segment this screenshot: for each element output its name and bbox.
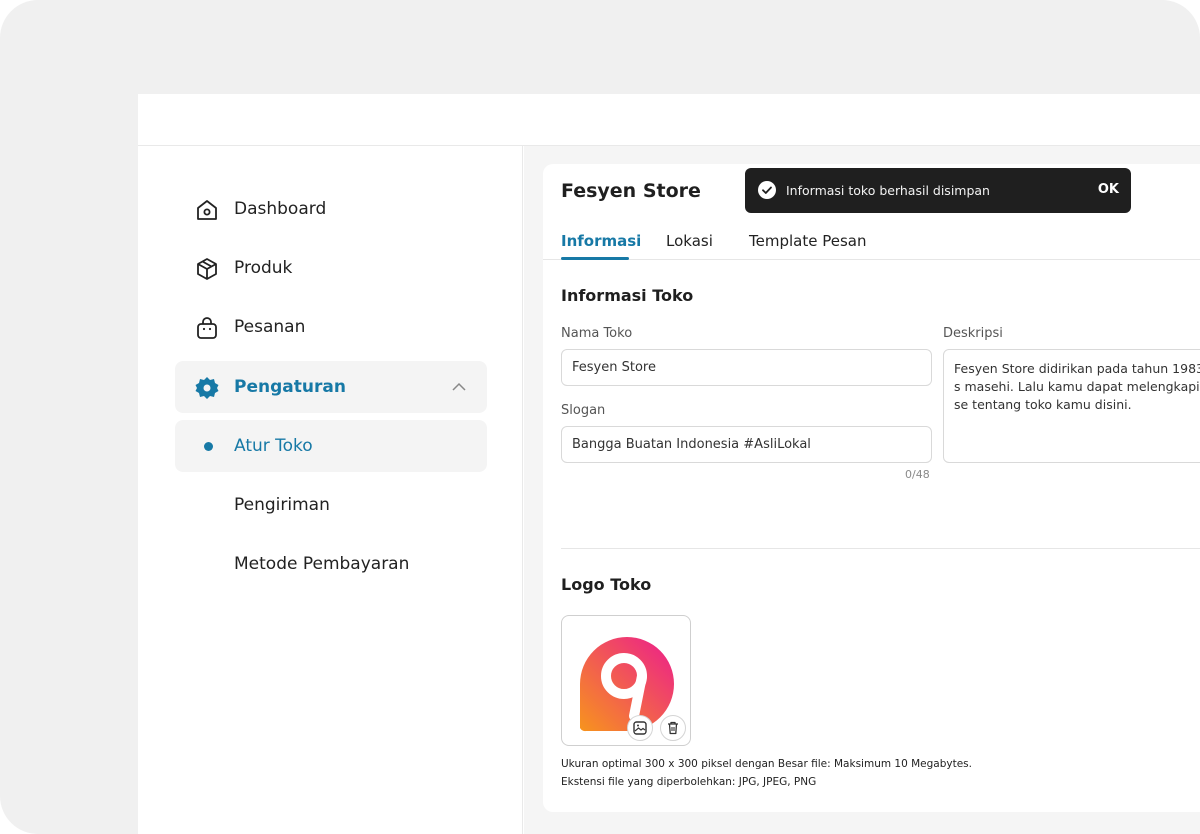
delete-logo-button[interactable] xyxy=(660,715,686,741)
logo-preview[interactable] xyxy=(561,615,691,746)
tab-template-pesan[interactable]: Template Pesan xyxy=(749,232,866,250)
slogan-value: Bangga Buatan Indonesia #AsliLokal xyxy=(572,437,811,452)
deskripsi-label: Deskripsi xyxy=(943,326,1003,341)
sidebar-item-label: Dashboard xyxy=(234,199,327,219)
sidebar-subitem-label: Metode Pembayaran xyxy=(234,554,410,574)
section-divider xyxy=(561,548,1200,549)
sidebar-item-pesanan[interactable]: Pesanan xyxy=(175,301,487,353)
main-content: Fesyen Store Informasi Lokasi Template P… xyxy=(524,146,1200,834)
check-circle-icon xyxy=(758,181,776,199)
sidebar-subitem-metode-pembayaran[interactable]: Metode Pembayaran xyxy=(175,538,487,590)
tab-bar: Informasi Lokasi Template Pesan xyxy=(543,226,1200,260)
trash-icon xyxy=(668,721,678,735)
chevron-up-icon[interactable] xyxy=(449,377,469,397)
tab-informasi[interactable]: Informasi xyxy=(561,232,641,250)
deskripsi-value: Fesyen Store didirikan pada tahun 1983 s… xyxy=(954,361,1200,412)
screen-frame: Dashboard Produk Pesanan Pengaturan Atur… xyxy=(0,0,1200,834)
sidebar-subitem-atur-toko[interactable]: Atur Toko xyxy=(175,420,487,472)
sidebar: Dashboard Produk Pesanan Pengaturan Atur… xyxy=(138,146,523,834)
sidebar-group-pengaturan[interactable]: Pengaturan xyxy=(175,361,487,413)
shopping-bag-icon xyxy=(193,314,221,342)
slogan-input[interactable]: Bangga Buatan Indonesia #AsliLokal xyxy=(561,426,932,463)
sidebar-item-produk[interactable]: Produk xyxy=(175,242,487,294)
page-title: Fesyen Store xyxy=(561,180,701,202)
slogan-label: Slogan xyxy=(561,403,606,418)
nama-toko-input[interactable]: Fesyen Store xyxy=(561,349,932,386)
sidebar-item-dashboard[interactable]: Dashboard xyxy=(175,183,487,235)
active-dot-icon xyxy=(204,442,213,451)
slogan-char-counter: 0/48 xyxy=(905,468,930,481)
sidebar-item-label: Pesanan xyxy=(234,317,306,337)
box-icon xyxy=(193,255,221,283)
sidebar-item-label: Produk xyxy=(234,258,293,278)
home-icon xyxy=(193,196,221,224)
top-bar xyxy=(138,94,1200,146)
sidebar-subitem-label: Atur Toko xyxy=(234,436,313,456)
nama-toko-label: Nama Toko xyxy=(561,326,633,341)
sidebar-subitem-pengiriman[interactable]: Pengiriman xyxy=(175,479,487,531)
store-settings-card: Fesyen Store Informasi Lokasi Template P… xyxy=(543,164,1200,812)
edit-logo-button[interactable] xyxy=(627,715,653,741)
logo-extension-hint: Ekstensi file yang diperbolehkan: JPG, J… xyxy=(561,776,817,788)
active-tab-indicator xyxy=(561,257,629,260)
deskripsi-textarea[interactable]: Fesyen Store didirikan pada tahun 1983 s… xyxy=(943,349,1200,463)
toast-ok-button[interactable]: OK xyxy=(1098,182,1119,197)
sidebar-group-label: Pengaturan xyxy=(234,377,346,397)
section-title-informasi-toko: Informasi Toko xyxy=(561,286,694,305)
nama-toko-value: Fesyen Store xyxy=(572,360,656,375)
tab-lokasi[interactable]: Lokasi xyxy=(666,232,713,250)
section-title-logo-toko: Logo Toko xyxy=(561,575,652,594)
toast-message: Informasi toko berhasil disimpan xyxy=(786,183,990,198)
sidebar-subitem-label: Pengiriman xyxy=(234,495,330,515)
gear-icon xyxy=(193,374,221,402)
logo-size-hint: Ukuran optimal 300 x 300 piksel dengan B… xyxy=(561,758,972,770)
edit-image-icon xyxy=(633,721,647,735)
success-toast: Informasi toko berhasil disimpan OK xyxy=(745,168,1131,213)
